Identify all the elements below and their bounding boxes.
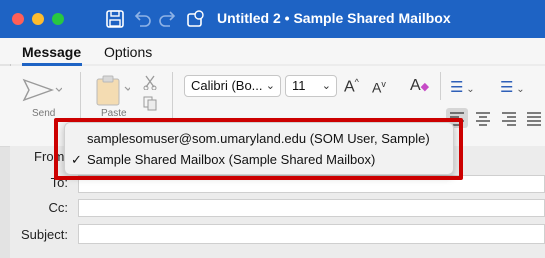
align-center-icon[interactable] [472, 108, 494, 128]
cc-field[interactable] [78, 199, 545, 217]
clear-formatting-icon[interactable]: A◆ [410, 77, 429, 95]
numbering-icon[interactable]: ☰ ⌄ [500, 78, 525, 96]
ribbon-tab-bar [0, 38, 545, 64]
align-right-icon[interactable] [498, 108, 520, 128]
send-label: Send [32, 108, 56, 119]
minimize-window-button[interactable] [32, 13, 44, 25]
subject-label: Subject: [21, 227, 68, 242]
zoom-window-button[interactable] [52, 13, 64, 25]
highlight-annotation [54, 118, 463, 180]
save-icon[interactable] [104, 8, 126, 30]
close-window-button[interactable] [12, 13, 24, 25]
chevron-down-icon: ⌄ [321, 80, 331, 92]
undo-icon[interactable] [131, 8, 153, 30]
sync-icon[interactable] [184, 8, 206, 30]
cc-label: Cc: [48, 200, 69, 215]
subject-field[interactable] [78, 224, 545, 244]
bullets-icon[interactable]: ☰ ⌄ [450, 78, 475, 96]
font-name-select[interactable]: Calibri (Bo... ⌄ [184, 75, 281, 97]
ribbon-divider [440, 72, 441, 100]
font-size-select[interactable]: 11 ⌄ [285, 75, 337, 97]
grow-font-icon[interactable]: A^ [344, 77, 359, 96]
justify-icon[interactable] [524, 108, 544, 128]
cut-icon[interactable] [142, 74, 158, 91]
paste-icon[interactable] [94, 73, 132, 109]
copy-icon[interactable] [142, 95, 158, 111]
font-size-value: 11 [292, 78, 306, 93]
redo-icon[interactable] [157, 8, 179, 30]
tab-options[interactable]: Options [104, 44, 152, 60]
font-name-value: Calibri (Bo... [191, 78, 263, 93]
shrink-font-icon[interactable]: Av [372, 79, 386, 96]
window-title: Untitled 2 • Sample Shared Mailbox [217, 10, 451, 26]
chevron-down-icon: ⌄ [265, 80, 275, 92]
tab-message[interactable]: Message [22, 44, 81, 60]
send-icon[interactable] [22, 76, 63, 104]
